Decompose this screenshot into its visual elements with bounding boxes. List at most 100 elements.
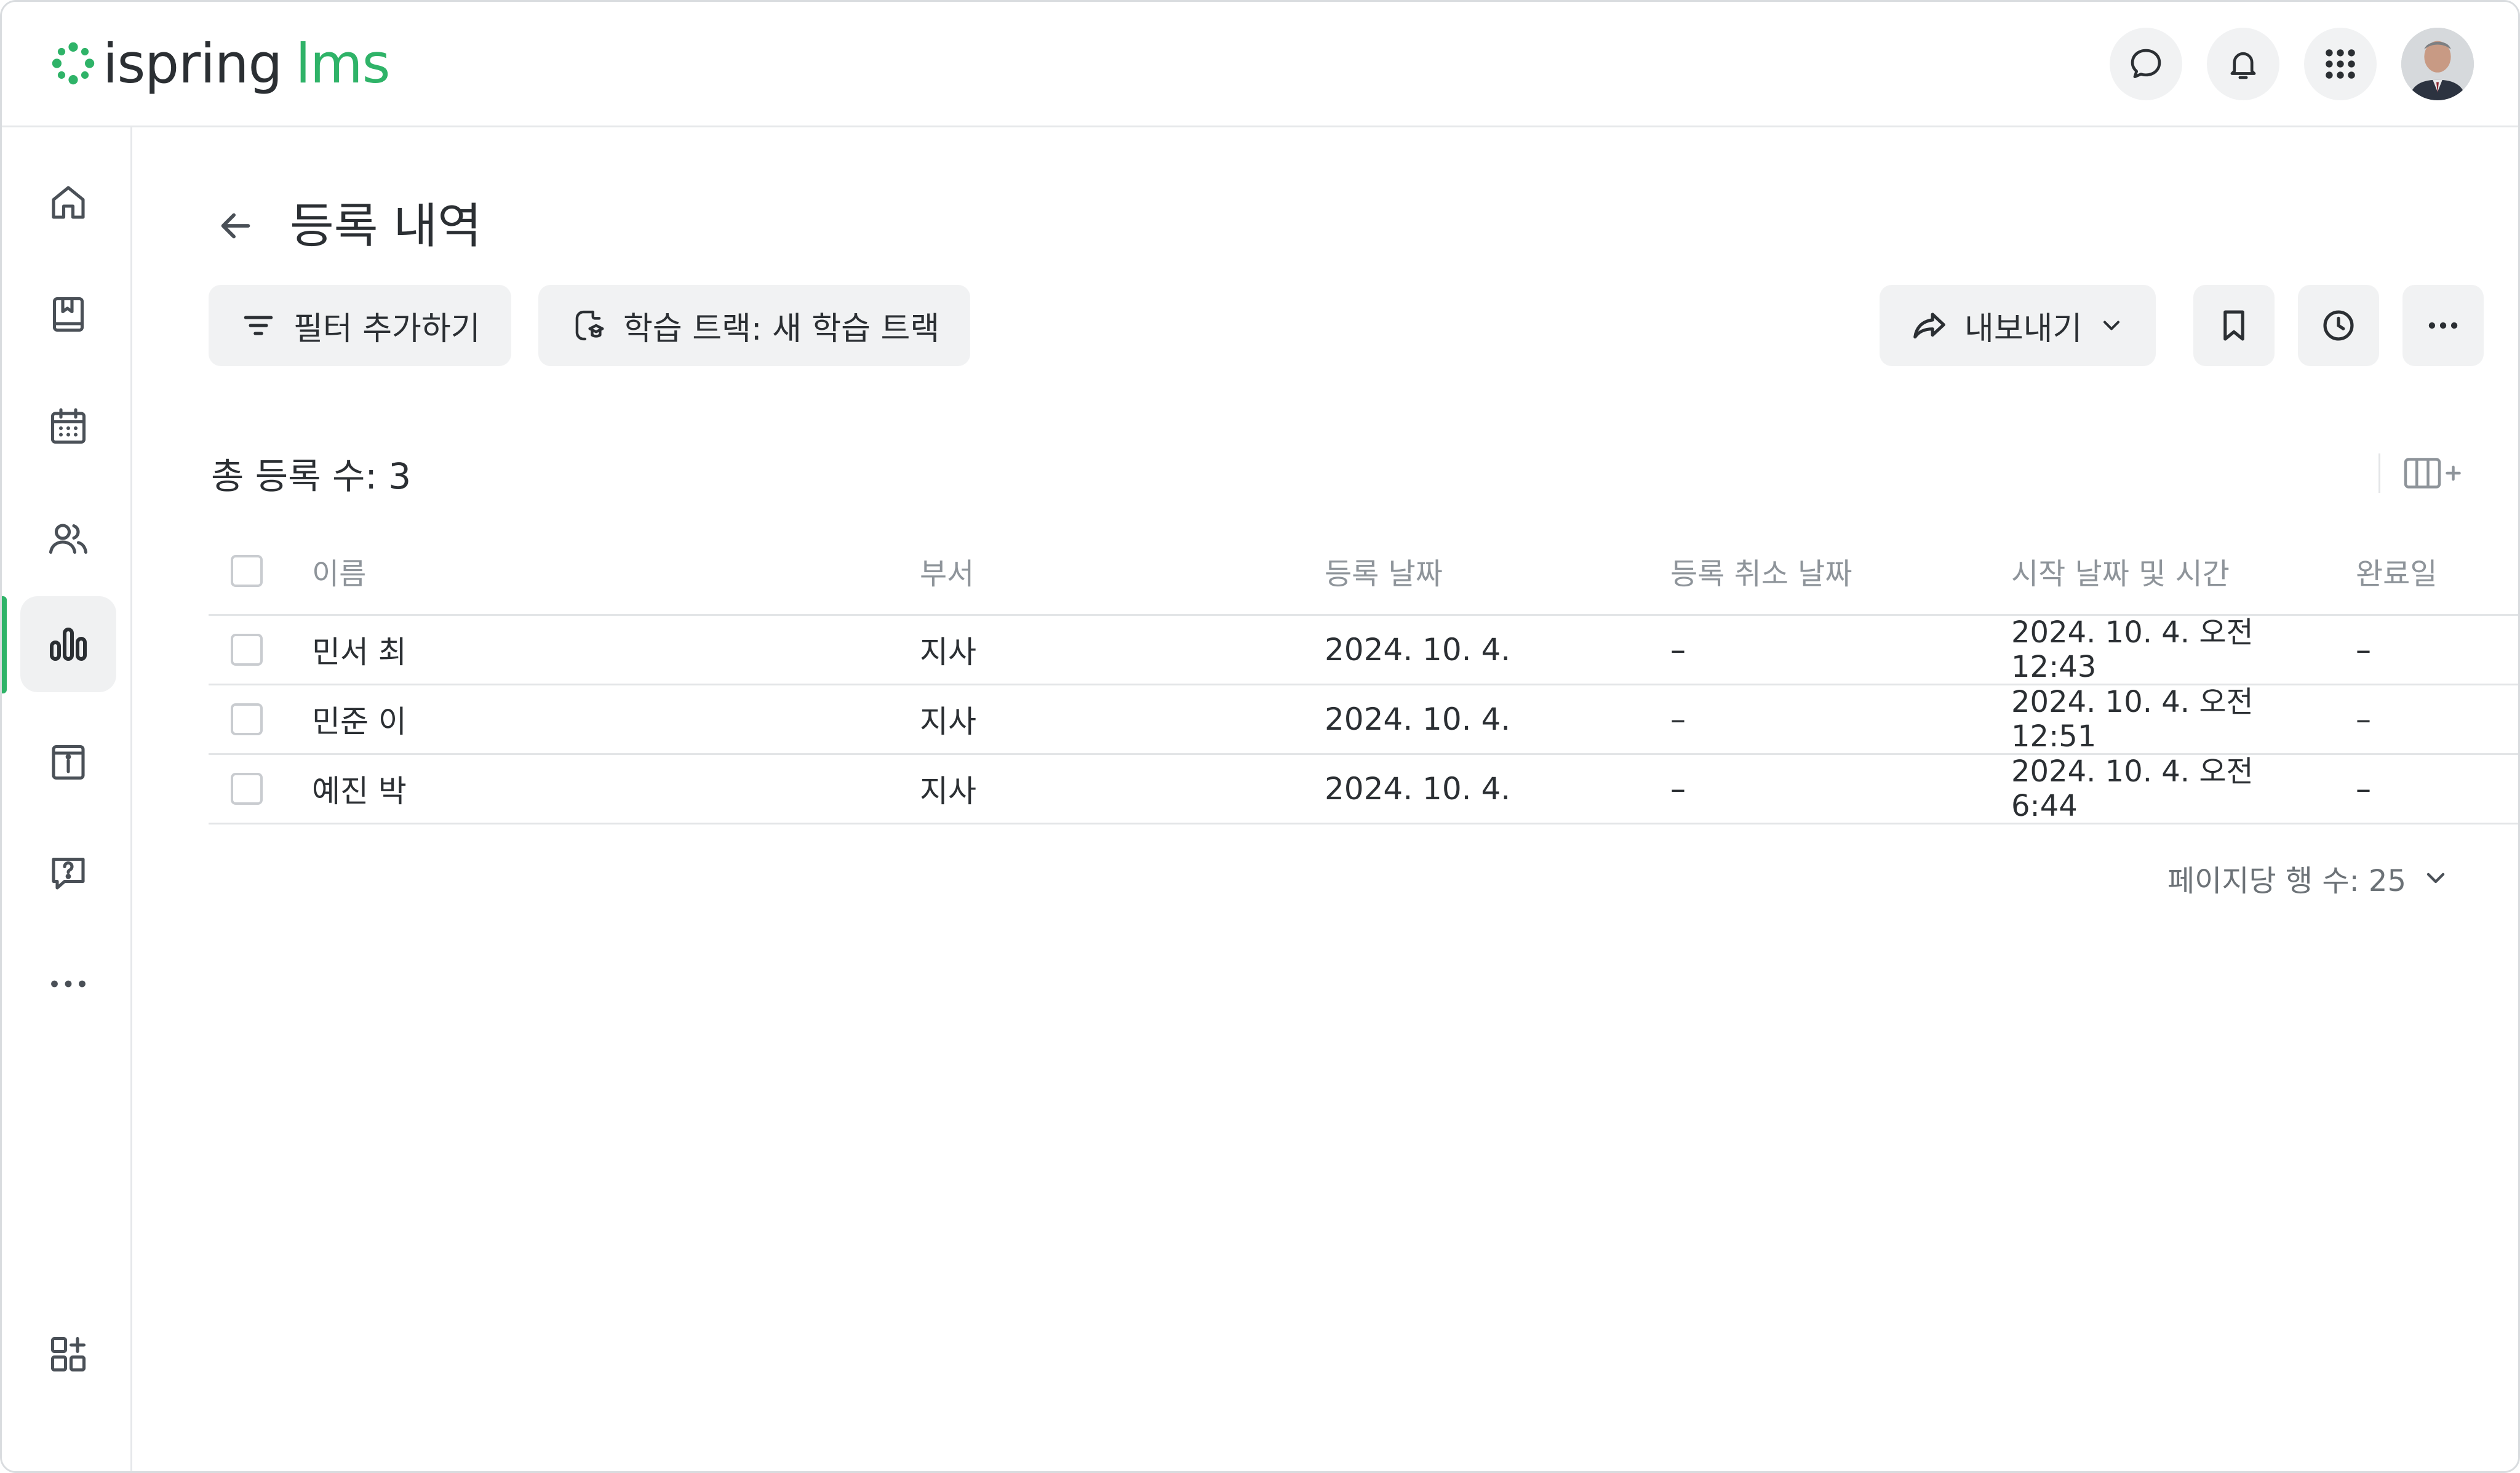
total-enrollments: 총 등록 수: 3 bbox=[211, 455, 412, 497]
history-button[interactable] bbox=[2298, 285, 2379, 366]
app-window: ispring lms 등록 내역 필터 추가하기 학습 트랙: 새 학습 트랙… bbox=[0, 0, 2520, 1473]
top-bar: ispring lms bbox=[2, 2, 2518, 127]
add-widget-icon bbox=[50, 1336, 86, 1372]
row-checkbox[interactable] bbox=[231, 773, 263, 805]
start-date: 2024. 10. 4. 오전 bbox=[2011, 685, 2254, 719]
apps-grid-icon bbox=[2326, 49, 2355, 79]
sidebar-item-courses[interactable] bbox=[20, 266, 116, 362]
export-label: 내보내기 bbox=[1964, 310, 2083, 348]
start-date: 2024. 10. 4. 오전 bbox=[2011, 615, 2254, 650]
cell-completed-date: – bbox=[2356, 632, 2371, 668]
chat-icon bbox=[2131, 49, 2161, 78]
sidebar-item-home[interactable] bbox=[20, 154, 116, 250]
ispring-logo[interactable]: ispring lms bbox=[50, 32, 390, 95]
more-options-button[interactable] bbox=[2402, 285, 2484, 366]
row-select-cell bbox=[231, 755, 263, 823]
column-header-completed-date[interactable]: 완료일 bbox=[2356, 527, 2437, 614]
bookmark-button[interactable] bbox=[2193, 285, 2275, 366]
main-content: 등록 내역 필터 추가하기 학습 트랙: 새 학습 트랙 내보내기 총 등록 수… bbox=[132, 127, 2518, 1471]
cell-cancelled-date: – bbox=[1670, 701, 1686, 737]
more-horizontal-icon bbox=[2428, 322, 2458, 329]
select-all-checkbox[interactable] bbox=[231, 554, 263, 587]
apps-button[interactable] bbox=[2304, 28, 2377, 100]
clock-icon bbox=[2323, 310, 2354, 341]
table-row[interactable]: 예진 박 지사 2024. 10. 4. – 2024. 10. 4. 오전 6:… bbox=[209, 754, 2518, 824]
share-arrow-icon bbox=[1913, 313, 1945, 339]
more-icon bbox=[51, 980, 86, 988]
reports-icon bbox=[50, 628, 87, 661]
row-checkbox[interactable] bbox=[231, 634, 263, 666]
sidebar bbox=[2, 127, 132, 1471]
calendar-icon bbox=[50, 408, 86, 444]
add-filter-label: 필터 추가하기 bbox=[293, 310, 480, 348]
rows-per-page-label: 페이지당 행 수: 25 bbox=[2167, 864, 2406, 898]
sidebar-item-users[interactable] bbox=[20, 490, 116, 586]
divider bbox=[2378, 453, 2380, 493]
row-select-cell bbox=[231, 685, 263, 753]
cell-department: 지사 bbox=[920, 773, 976, 809]
start-time: 6:44 bbox=[2011, 789, 2078, 823]
learning-track-icon bbox=[575, 310, 604, 341]
arrow-left-icon bbox=[221, 213, 250, 239]
notifications-button[interactable] bbox=[2207, 28, 2279, 100]
export-button[interactable]: 내보내기 bbox=[1880, 285, 2156, 366]
cell-start-datetime: 2024. 10. 4. 오전 12:43 bbox=[2011, 615, 2270, 684]
header-select-cell bbox=[231, 527, 263, 614]
cell-completed-date: – bbox=[2356, 771, 2371, 807]
cell-name[interactable]: 예진 박 bbox=[312, 755, 407, 823]
table-row[interactable]: 민서 최 지사 2024. 10. 4. – 2024. 10. 4. 오전 12… bbox=[209, 615, 2518, 685]
cell-cancelled-date: – bbox=[1670, 632, 1686, 668]
cell-completed-date: – bbox=[2356, 701, 2371, 737]
user-avatar[interactable] bbox=[2401, 28, 2474, 100]
back-button[interactable] bbox=[205, 195, 266, 257]
cell-enrolled-date: 2024. 10. 4. bbox=[1325, 632, 1511, 668]
cell-name[interactable]: 민준 이 bbox=[312, 685, 407, 753]
cell-name[interactable]: 민서 최 bbox=[312, 616, 407, 684]
chevron-down-icon bbox=[2103, 321, 2120, 330]
bookmark-icon bbox=[2223, 310, 2244, 341]
column-settings-button[interactable] bbox=[2378, 453, 2464, 493]
sidebar-item-calendar[interactable] bbox=[20, 378, 116, 474]
sidebar-item-info[interactable] bbox=[20, 714, 116, 810]
cell-start-datetime: 2024. 10. 4. 오전 12:51 bbox=[2011, 685, 2270, 754]
sidebar-item-more[interactable] bbox=[20, 936, 116, 1032]
table-header: 이름 부서 등록 날짜 등록 취소 날짜 시작 날짜 및 시간 완료일 bbox=[209, 527, 2518, 616]
sidebar-item-add-widget[interactable] bbox=[20, 1306, 116, 1402]
row-checkbox[interactable] bbox=[231, 703, 263, 735]
cell-cancelled-date: – bbox=[1670, 771, 1686, 807]
book-icon bbox=[52, 297, 84, 332]
learning-track-label: 학습 트랙: 새 학습 트랙 bbox=[623, 310, 940, 348]
columns-add-icon bbox=[2404, 458, 2461, 489]
column-header-department[interactable]: 부서 bbox=[920, 527, 974, 614]
chevron-down-icon bbox=[2426, 872, 2445, 884]
home-icon bbox=[52, 186, 85, 219]
help-icon bbox=[52, 857, 85, 890]
user-photo bbox=[2401, 28, 2474, 100]
active-indicator bbox=[2, 596, 7, 693]
filter-icon bbox=[244, 316, 273, 335]
add-filter-button[interactable]: 필터 추가하기 bbox=[209, 285, 511, 366]
column-header-enrolled-date[interactable]: 등록 날짜 bbox=[1325, 527, 1443, 614]
cell-enrolled-date: 2024. 10. 4. bbox=[1325, 701, 1511, 737]
header-actions bbox=[2110, 28, 2474, 100]
chat-button[interactable] bbox=[2110, 28, 2182, 100]
cell-department: 지사 bbox=[920, 634, 976, 670]
info-icon bbox=[52, 744, 85, 780]
column-header-cancelled-date[interactable]: 등록 취소 날짜 bbox=[1670, 527, 1852, 614]
bell-icon bbox=[2230, 52, 2256, 79]
cell-enrolled-date: 2024. 10. 4. bbox=[1325, 771, 1511, 807]
start-date: 2024. 10. 4. 오전 bbox=[2011, 754, 2254, 789]
ispring-logo-icon bbox=[52, 42, 95, 85]
cell-start-datetime: 2024. 10. 4. 오전 6:44 bbox=[2011, 754, 2270, 823]
row-select-cell bbox=[231, 616, 263, 684]
sidebar-item-reports[interactable] bbox=[20, 596, 116, 692]
start-time: 12:51 bbox=[2011, 719, 2097, 754]
page-title: 등록 내역 bbox=[290, 199, 482, 254]
rows-per-page-select[interactable]: 페이지당 행 수: 25 bbox=[2167, 856, 2450, 900]
column-header-name[interactable]: 이름 bbox=[312, 527, 366, 614]
enrollments-table: 이름 부서 등록 날짜 등록 취소 날짜 시작 날짜 및 시간 완료일 민서 최… bbox=[209, 527, 2518, 824]
column-header-start-datetime[interactable]: 시작 날짜 및 시간 bbox=[2011, 527, 2270, 614]
learning-track-button[interactable]: 학습 트랙: 새 학습 트랙 bbox=[538, 285, 971, 366]
table-row[interactable]: 민준 이 지사 2024. 10. 4. – 2024. 10. 4. 오전 12… bbox=[209, 685, 2518, 755]
sidebar-item-help[interactable] bbox=[20, 825, 116, 921]
